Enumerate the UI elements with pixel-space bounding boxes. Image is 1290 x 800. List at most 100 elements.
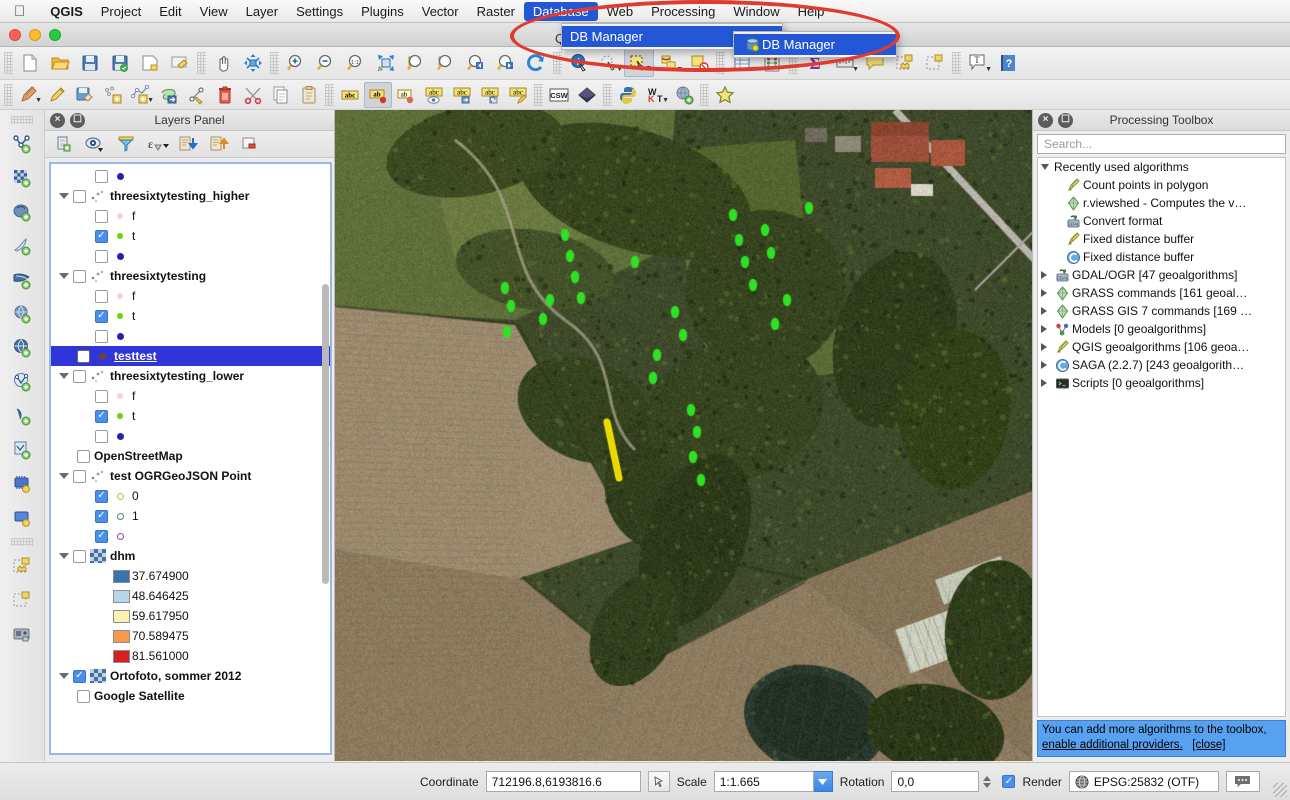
add-mssql-layer-icon[interactable] bbox=[5, 263, 39, 297]
move-feature-icon[interactable] bbox=[155, 82, 183, 108]
filter-legend-icon[interactable] bbox=[111, 132, 141, 156]
processing-tree-item[interactable]: Fixed distance buffer bbox=[1038, 230, 1285, 248]
toolbar-grip[interactable] bbox=[11, 116, 33, 124]
add-wms-layer-icon[interactable] bbox=[5, 331, 39, 365]
chevron-down-icon[interactable] bbox=[813, 771, 833, 792]
chevron-down-icon[interactable]: ▼ bbox=[35, 97, 42, 104]
save-layer-edits-icon[interactable] bbox=[71, 82, 99, 108]
map-canvas[interactable] bbox=[335, 110, 1032, 761]
add-spatialite-layer-icon[interactable] bbox=[5, 229, 39, 263]
paste-features-icon[interactable] bbox=[295, 82, 323, 108]
layer-row[interactable]: t bbox=[51, 306, 330, 326]
menu-settings[interactable]: Settings bbox=[287, 2, 352, 21]
menu-window[interactable]: Window bbox=[724, 2, 788, 21]
toolbar-grip[interactable] bbox=[270, 52, 279, 74]
menu-processing[interactable]: Processing bbox=[642, 2, 724, 21]
enable-additional-providers-link[interactable]: enable additional providers. bbox=[1042, 739, 1183, 751]
layer-visibility-checkbox[interactable] bbox=[95, 329, 108, 343]
toolbar-grip[interactable] bbox=[534, 83, 543, 106]
menu-web[interactable]: Web bbox=[598, 2, 643, 21]
new-project-icon[interactable] bbox=[15, 49, 45, 77]
open-attribute-icon[interactable] bbox=[5, 617, 39, 651]
chevron-right-icon[interactable] bbox=[1041, 361, 1047, 369]
processing-tree-item[interactable]: GDAL GDAL/OGR [47 geoalgorithms] bbox=[1038, 266, 1285, 284]
layer-row[interactable]: 0 bbox=[51, 486, 330, 506]
toolbar-grip[interactable] bbox=[325, 83, 334, 106]
coordinate-capture-icon[interactable] bbox=[647, 771, 670, 792]
expand-arrow-icon[interactable] bbox=[55, 273, 73, 279]
new-print-composer-icon[interactable] bbox=[135, 49, 165, 77]
select-by-value-icon[interactable]: ▼ bbox=[654, 49, 684, 77]
toolbar-grip[interactable] bbox=[553, 52, 562, 74]
layer-row[interactable] bbox=[51, 526, 330, 546]
layer-row-selected[interactable]: testtest bbox=[51, 346, 330, 366]
render-checkbox[interactable] bbox=[1002, 775, 1016, 788]
new-memory-layer-icon[interactable] bbox=[5, 501, 39, 535]
layer-row[interactable]: 1 bbox=[51, 506, 330, 526]
processing-tree-item[interactable]: Fixed distance buffer bbox=[1038, 248, 1285, 266]
diamond-plugin-icon[interactable] bbox=[573, 82, 601, 108]
deselect-features-icon[interactable] bbox=[684, 49, 714, 77]
processing-tree-item[interactable]: Models [0 geoalgorithms] bbox=[1038, 320, 1285, 338]
layer-visibility-checkbox[interactable] bbox=[73, 549, 86, 563]
crs-selector[interactable]: EPSG:25832 (OTF) bbox=[1068, 771, 1219, 792]
select-features-icon[interactable]: ▼ bbox=[594, 49, 624, 77]
window-resize-grip[interactable] bbox=[1273, 783, 1287, 797]
add-delimited-text-icon[interactable] bbox=[5, 433, 39, 467]
layer-visibility-checkbox[interactable] bbox=[95, 309, 108, 323]
highlight-pinned-labels-icon[interactable]: ab bbox=[364, 81, 392, 108]
layer-visibility-checkbox[interactable] bbox=[95, 169, 108, 183]
chevron-down-icon[interactable]: ▼ bbox=[616, 66, 623, 73]
legend-ramp-row[interactable]: 59.617950 bbox=[51, 606, 330, 626]
layer-row[interactable]: f bbox=[51, 386, 330, 406]
layer-visibility-checkbox[interactable] bbox=[73, 269, 86, 283]
layer-row[interactable]: test OGRGeoJSON Point bbox=[51, 466, 330, 486]
menu-raster[interactable]: Raster bbox=[468, 2, 524, 21]
zoom-full-icon[interactable] bbox=[371, 49, 401, 77]
toolbar-grip[interactable] bbox=[11, 538, 33, 546]
menu-help[interactable]: Help bbox=[789, 2, 834, 21]
processing-search-input[interactable]: Search... bbox=[1037, 134, 1286, 154]
toolbar-grip[interactable] bbox=[603, 83, 612, 106]
toolbar-grip[interactable] bbox=[4, 52, 13, 74]
menu-edit[interactable]: Edit bbox=[150, 2, 190, 21]
remove-layer-icon[interactable] bbox=[235, 132, 265, 156]
rotation-input[interactable]: 0,0 bbox=[891, 771, 980, 792]
layer-visibility-checkbox[interactable] bbox=[95, 529, 108, 543]
layer-row[interactable]: threesixtytesting_lower bbox=[51, 366, 330, 386]
layer-row[interactable]: Ortofoto, sommer 2012 bbox=[51, 666, 330, 686]
manage-layer-visibility-icon[interactable] bbox=[80, 132, 110, 156]
change-label-icon[interactable]: abc bbox=[504, 82, 532, 108]
refresh-icon[interactable] bbox=[521, 49, 551, 77]
zoom-in-icon[interactable] bbox=[281, 49, 311, 77]
expand-arrow-icon[interactable] bbox=[55, 473, 73, 479]
save-project-as-icon[interactable] bbox=[105, 49, 135, 77]
close-window-button[interactable] bbox=[9, 28, 21, 41]
expand-arrow-icon[interactable] bbox=[55, 673, 73, 679]
filter-legend-expression-icon[interactable]: ε bbox=[142, 132, 172, 156]
menu-project[interactable]: Project bbox=[92, 2, 150, 21]
delete-selected-icon[interactable] bbox=[211, 82, 239, 108]
expand-arrow-icon[interactable] bbox=[55, 553, 73, 559]
menu-view[interactable]: View bbox=[191, 2, 237, 21]
add-postgis-layer-icon[interactable] bbox=[5, 195, 39, 229]
save-project-icon[interactable] bbox=[75, 49, 105, 77]
layer-visibility-checkbox[interactable] bbox=[73, 189, 86, 203]
layers-tree[interactable]: threesixtytesting_higherftthreesixtytest… bbox=[49, 162, 332, 755]
minimize-window-button[interactable] bbox=[29, 28, 41, 41]
layer-row[interactable]: t bbox=[51, 406, 330, 426]
processing-tree-item[interactable]: GRASS GIS 7 commands [169 … bbox=[1038, 302, 1285, 320]
expand-arrow-icon[interactable] bbox=[55, 193, 73, 199]
scale-input[interactable]: 1:1.665 bbox=[713, 771, 814, 792]
rotate-label-icon[interactable]: abc bbox=[476, 82, 504, 108]
show-bookmarks-icon[interactable] bbox=[5, 583, 39, 617]
text-annotation-icon[interactable]: T ▼ bbox=[963, 49, 993, 77]
composer-manager-icon[interactable] bbox=[165, 49, 195, 77]
legend-ramp-row[interactable]: 81.561000 bbox=[51, 646, 330, 666]
submenu-item-db-manager[interactable]: DB Manager bbox=[734, 34, 896, 55]
processing-tree-item[interactable]: QGIS geoalgorithms [106 geoa… bbox=[1038, 338, 1285, 356]
toolbar-grip[interactable] bbox=[700, 83, 709, 106]
add-group-icon[interactable] bbox=[49, 132, 79, 156]
chevron-right-icon[interactable] bbox=[1041, 379, 1047, 387]
expand-arrow-icon[interactable] bbox=[55, 373, 73, 379]
